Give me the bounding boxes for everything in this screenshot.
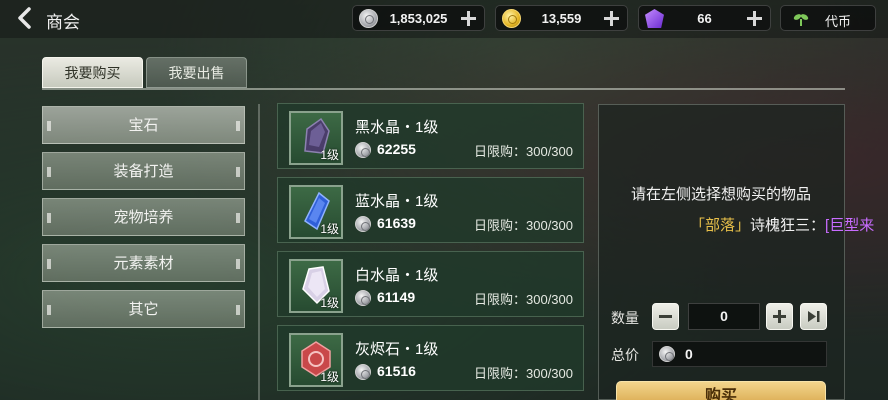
category-pet-training[interactable]: 宠物培养	[42, 198, 245, 236]
category-gems[interactable]: 宝石	[42, 106, 245, 144]
item-name: 灰烬石・1级	[355, 341, 439, 358]
add-gold-button[interactable]	[602, 9, 621, 28]
item-price: 62255	[377, 141, 416, 157]
item-price: 61149	[377, 289, 416, 305]
item-daily-limit: 日限购：300/300	[474, 292, 573, 307]
item-daily-limit: 日限购：300/300	[474, 366, 573, 381]
item-daily-limit: 日限购：300/300	[474, 218, 573, 233]
notch-decoration	[236, 121, 240, 131]
silver-coin-icon	[355, 290, 371, 306]
top-bar: 商会 1,853,025 13,559 66 代币	[0, 0, 888, 38]
gem-amount: 66	[697, 11, 712, 26]
silver-coin-icon	[359, 9, 378, 28]
notch-decoration	[47, 259, 51, 269]
quantity-label: 数量	[611, 310, 639, 326]
total-price-display: 0	[652, 341, 827, 367]
decrease-quantity-button[interactable]	[652, 303, 679, 330]
notch-decoration	[47, 305, 51, 315]
shop-item-white-crystal[interactable]: 1级 白水晶・1级 61149 日限购：300/300	[277, 251, 584, 317]
item-level: 1级	[320, 370, 339, 384]
token-label: 代币	[825, 14, 852, 29]
tab-sell[interactable]: 我要出售	[146, 57, 247, 88]
category-label: 宝石	[128, 117, 159, 134]
category-label: 装备打造	[113, 163, 174, 180]
chat-message: 「部落」诗槐狂三：[巨型来	[690, 214, 874, 235]
skip-to-end-icon	[808, 311, 820, 322]
page-title: 商会	[46, 13, 80, 32]
notch-decoration	[47, 167, 51, 177]
item-daily-limit: 日限购：300/300	[474, 144, 573, 159]
silver-coin-icon	[659, 346, 675, 362]
item-level: 1级	[320, 222, 339, 236]
total-price-label: 总价	[611, 347, 639, 363]
item-thumbnail: 1级	[289, 333, 343, 387]
tab-divider	[42, 88, 845, 90]
category-other[interactable]: 其它	[42, 290, 245, 328]
chat-text: [巨型来	[825, 217, 875, 234]
silver-coin-icon	[355, 364, 371, 380]
category-element-materials[interactable]: 元素素材	[42, 244, 245, 282]
sprout-icon	[793, 14, 809, 26]
token-button[interactable]: 代币	[780, 5, 876, 31]
quantity-input[interactable]: 0	[688, 303, 760, 330]
category-label: 其它	[128, 301, 159, 318]
gem-currency-display: 66	[638, 5, 771, 31]
increase-quantity-button[interactable]	[766, 303, 793, 330]
category-label: 元素素材	[113, 255, 174, 272]
tab-buy[interactable]: 我要购买	[42, 57, 143, 88]
gold-currency-display: 13,559	[495, 5, 628, 31]
notch-decoration	[47, 121, 51, 131]
silver-currency-display: 1,853,025	[352, 5, 485, 31]
item-name: 黑水晶・1级	[355, 119, 439, 136]
item-name: 白水晶・1级	[355, 267, 439, 284]
silver-coin-icon	[355, 142, 371, 158]
notch-decoration	[236, 213, 240, 223]
notch-decoration	[236, 259, 240, 269]
item-name: 蓝水晶・1级	[355, 193, 439, 210]
shop-item-blue-crystal[interactable]: 1级 蓝水晶・1级 61639 日限购：300/300	[277, 177, 584, 243]
select-item-prompt: 请在左侧选择想购买的物品	[630, 186, 811, 203]
category-equipment-forging[interactable]: 装备打造	[42, 152, 245, 190]
chat-channel-tag: 「部落」	[690, 217, 751, 234]
item-price: 61639	[377, 215, 416, 231]
purple-gem-icon	[645, 9, 664, 28]
category-label: 宠物培养	[113, 209, 174, 226]
silver-coin-icon	[355, 216, 371, 232]
silver-amount: 1,853,025	[389, 11, 448, 26]
item-thumbnail: 1级	[289, 185, 343, 239]
add-silver-button[interactable]	[459, 9, 478, 28]
max-quantity-button[interactable]	[800, 303, 827, 330]
add-gem-button[interactable]	[745, 9, 764, 28]
notch-decoration	[236, 305, 240, 315]
shop-item-black-crystal[interactable]: 1级 黑水晶・1级 62255 日限购：300/300	[277, 103, 584, 169]
notch-decoration	[47, 213, 51, 223]
buy-button[interactable]: 购买	[616, 381, 826, 400]
item-thumbnail: 1级	[289, 111, 343, 165]
notch-decoration	[236, 167, 240, 177]
total-price-value: 0	[685, 346, 693, 362]
item-level: 1级	[320, 296, 339, 310]
gold-amount: 13,559	[541, 11, 582, 26]
shop-item-ash-stone[interactable]: 1级 灰烬石・1级 61516 日限购：300/300	[277, 325, 584, 391]
chat-speaker: 诗槐狂三：	[750, 217, 826, 234]
back-arrow-icon[interactable]	[14, 6, 38, 30]
item-thumbnail: 1级	[289, 259, 343, 313]
gold-coin-icon	[502, 9, 521, 28]
list-divider	[258, 104, 260, 400]
item-price: 61516	[377, 363, 416, 379]
item-level: 1级	[320, 148, 339, 162]
